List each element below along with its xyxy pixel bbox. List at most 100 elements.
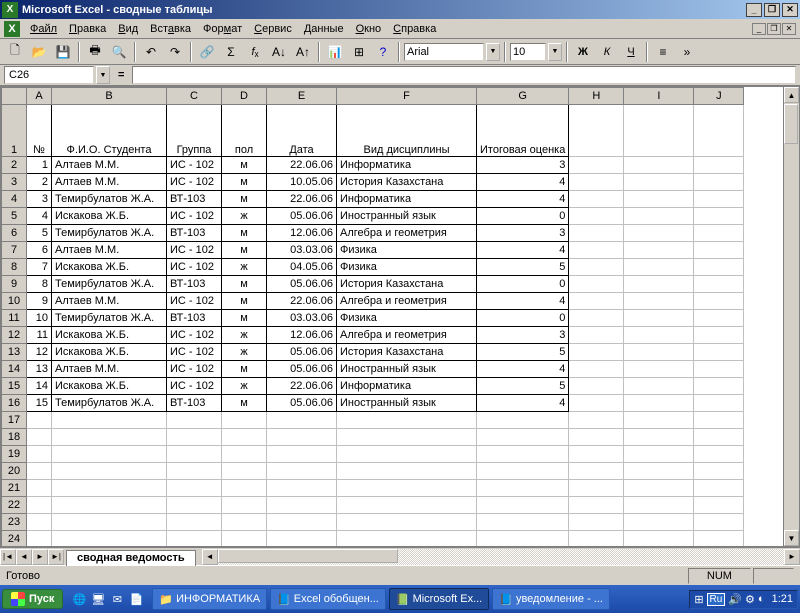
cell[interactable]: Искакова Ж.Б. [52, 344, 167, 361]
cell[interactable]: 12.06.06 [267, 327, 337, 344]
cell[interactable]: ВТ-103 [167, 191, 222, 208]
cell[interactable]: ВТ-103 [167, 225, 222, 242]
col-header-C[interactable]: C [167, 88, 222, 105]
menu-data[interactable]: Данные [298, 21, 350, 37]
cell[interactable]: Алгебра и геометрия [337, 225, 477, 242]
cell[interactable]: Алгебра и геометрия [337, 327, 477, 344]
close-button[interactable]: ✕ [782, 3, 798, 17]
cell[interactable]: Искакова Ж.Б. [52, 259, 167, 276]
minimize-button[interactable]: _ [746, 3, 762, 17]
undo-button[interactable]: ↶ [140, 41, 162, 63]
col-header-F[interactable]: F [337, 88, 477, 105]
row-header[interactable]: 2 [2, 157, 27, 174]
font-name-select[interactable]: Arial [404, 43, 484, 61]
col-header-A[interactable]: A [27, 88, 52, 105]
cell[interactable]: 3 [477, 327, 569, 344]
row-header[interactable]: 19 [2, 446, 27, 463]
sort-desc-button[interactable]: A↑ [292, 41, 314, 63]
cell[interactable]: 6 [27, 242, 52, 259]
cell[interactable]: Темирбулатов Ж.А. [52, 191, 167, 208]
row-header[interactable]: 13 [2, 344, 27, 361]
row-header[interactable]: 24 [2, 531, 27, 547]
cell[interactable]: 4 [477, 293, 569, 310]
cell[interactable]: История Казахстана [337, 344, 477, 361]
new-button[interactable]: 🗋 [4, 41, 26, 63]
more-button[interactable]: » [676, 41, 698, 63]
row-header[interactable]: 8 [2, 259, 27, 276]
cell[interactable]: 5 [477, 259, 569, 276]
cell[interactable]: Алтаев М.М. [52, 361, 167, 378]
cell[interactable]: 05.06.06 [267, 276, 337, 293]
cell[interactable]: 22.06.06 [267, 378, 337, 395]
italic-button[interactable]: К [596, 41, 618, 63]
cell[interactable]: Темирбулатов Ж.А. [52, 225, 167, 242]
cell[interactable]: ВТ-103 [167, 395, 222, 412]
row-header[interactable]: 12 [2, 327, 27, 344]
doc-minimize-button[interactable]: _ [752, 23, 766, 35]
cell[interactable]: м [222, 157, 267, 174]
row-header[interactable]: 3 [2, 174, 27, 191]
save-button[interactable]: 💾 [52, 41, 74, 63]
scroll-right-button[interactable]: ► [784, 549, 800, 565]
row-header[interactable]: 16 [2, 395, 27, 412]
cell[interactable]: 7 [27, 259, 52, 276]
cell[interactable]: 03.03.06 [267, 242, 337, 259]
cell[interactable]: м [222, 361, 267, 378]
cell[interactable]: 4 [477, 361, 569, 378]
row-header[interactable]: 1 [2, 105, 27, 157]
cell[interactable]: Темирбулатов Ж.А. [52, 310, 167, 327]
cell[interactable]: ИС - 102 [167, 361, 222, 378]
tab-prev-button[interactable]: ◄ [16, 549, 32, 565]
scroll-left-button[interactable]: ◄ [202, 549, 218, 565]
cell[interactable]: Искакова Ж.Б. [52, 378, 167, 395]
header-cell[interactable]: Группа [167, 105, 222, 157]
cell[interactable]: 10 [27, 310, 52, 327]
cell[interactable]: ИС - 102 [167, 378, 222, 395]
cell[interactable]: 4 [477, 395, 569, 412]
cell[interactable]: Физика [337, 310, 477, 327]
menu-view[interactable]: Вид [112, 21, 144, 37]
cell[interactable]: ж [222, 208, 267, 225]
ql-desktop-icon[interactable]: 🖥 [89, 590, 107, 608]
row-header[interactable]: 7 [2, 242, 27, 259]
cell[interactable]: 5 [27, 225, 52, 242]
pivot-button[interactable]: ⊞ [348, 41, 370, 63]
sort-asc-button[interactable]: A↓ [268, 41, 290, 63]
tab-first-button[interactable]: |◄ [0, 549, 16, 565]
row-header[interactable]: 18 [2, 429, 27, 446]
cell[interactable]: ВТ-103 [167, 276, 222, 293]
cell[interactable]: 15 [27, 395, 52, 412]
bold-button[interactable]: Ж [572, 41, 594, 63]
cell[interactable]: 13 [27, 361, 52, 378]
cell[interactable]: 5 [477, 344, 569, 361]
cell[interactable]: 04.05.06 [267, 259, 337, 276]
hscroll-thumb[interactable] [218, 549, 398, 563]
cell[interactable]: ж [222, 327, 267, 344]
font-size-dropdown[interactable]: ▼ [548, 43, 562, 61]
align-button[interactable]: ≡ [652, 41, 674, 63]
menu-tools[interactable]: Сервис [248, 21, 298, 37]
cell[interactable]: 05.06.06 [267, 395, 337, 412]
cell[interactable]: Алтаев М.М. [52, 242, 167, 259]
header-cell[interactable]: № [27, 105, 52, 157]
cell[interactable]: 3 [27, 191, 52, 208]
cell[interactable]: 5 [477, 378, 569, 395]
row-header[interactable]: 17 [2, 412, 27, 429]
vertical-scrollbar[interactable]: ▲ ▼ [783, 87, 799, 546]
row-header[interactable]: 5 [2, 208, 27, 225]
cell[interactable]: 8 [27, 276, 52, 293]
hyperlink-button[interactable]: 🔗 [196, 41, 218, 63]
col-header-B[interactable]: B [52, 88, 167, 105]
cell[interactable]: Иностранный язык [337, 361, 477, 378]
sheet-tab-active[interactable]: сводная ведомость [66, 550, 196, 566]
cell[interactable]: 10.05.06 [267, 174, 337, 191]
cell[interactable]: Иностранный язык [337, 395, 477, 412]
cell[interactable]: ИС - 102 [167, 157, 222, 174]
cell[interactable]: История Казахстана [337, 174, 477, 191]
cell[interactable]: 4 [477, 242, 569, 259]
formula-input[interactable] [132, 66, 796, 84]
cell[interactable]: ИС - 102 [167, 293, 222, 310]
tray-app2-icon[interactable]: ◐ [758, 593, 765, 605]
row-header[interactable]: 9 [2, 276, 27, 293]
col-header-J[interactable]: J [694, 88, 744, 105]
